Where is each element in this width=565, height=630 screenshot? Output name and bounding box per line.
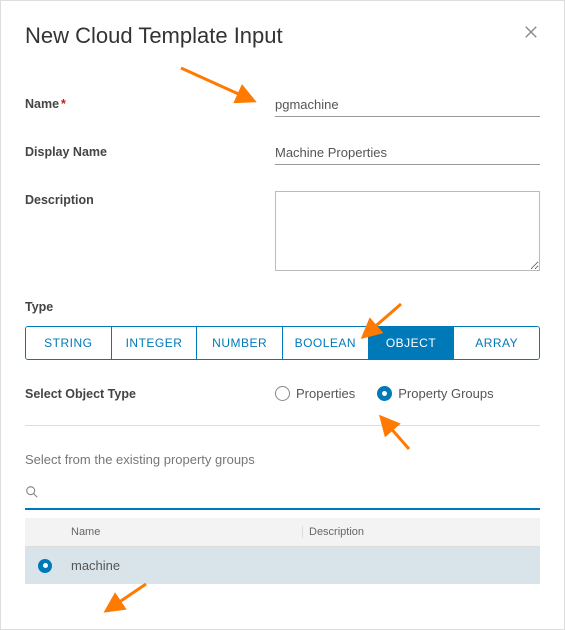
radio-property-groups[interactable]: Property Groups	[377, 386, 493, 401]
dialog: New Cloud Template Input Name* Display N…	[0, 0, 565, 630]
type-option-array[interactable]: ARRAY	[454, 327, 539, 359]
radio-property-groups-label: Property Groups	[398, 386, 493, 401]
description-label: Description	[25, 191, 275, 207]
type-label: Type	[25, 300, 540, 314]
type-section: Type STRING INTEGER NUMBER BOOLEAN OBJEC…	[25, 300, 540, 360]
col-description-header[interactable]: Description	[302, 526, 540, 538]
col-name-header[interactable]: Name	[65, 526, 302, 538]
name-label: Name*	[25, 95, 275, 111]
name-row: Name*	[25, 95, 540, 117]
radio-icon	[275, 386, 290, 401]
row-radio[interactable]	[25, 559, 65, 573]
type-option-string[interactable]: STRING	[26, 327, 112, 359]
annotation-arrow-icon	[98, 579, 154, 619]
radio-properties-label: Properties	[296, 386, 355, 401]
object-type-label: Select Object Type	[25, 387, 275, 401]
type-option-integer[interactable]: INTEGER	[112, 327, 198, 359]
radio-icon	[377, 386, 392, 401]
name-label-text: Name	[25, 97, 59, 111]
table-row[interactable]: machine	[25, 547, 540, 584]
dialog-header: New Cloud Template Input	[25, 23, 540, 49]
description-row: Description	[25, 191, 540, 274]
type-option-number[interactable]: NUMBER	[197, 327, 283, 359]
table-header: Name Description	[25, 518, 540, 547]
radio-properties[interactable]: Properties	[275, 386, 355, 401]
search-icon	[25, 485, 39, 499]
radio-dot-icon	[38, 559, 52, 573]
type-option-boolean[interactable]: BOOLEAN	[283, 327, 369, 359]
description-textarea[interactable]	[275, 191, 540, 271]
type-toggle-group: STRING INTEGER NUMBER BOOLEAN OBJECT ARR…	[25, 326, 540, 360]
row-name: machine	[65, 558, 302, 573]
name-input[interactable]	[275, 95, 540, 117]
divider	[25, 425, 540, 426]
required-asterisk: *	[61, 97, 66, 111]
dialog-title: New Cloud Template Input	[25, 23, 283, 49]
type-option-object[interactable]: OBJECT	[369, 327, 455, 359]
property-groups-heading: Select from the existing property groups	[25, 452, 540, 467]
display-name-row: Display Name	[25, 143, 540, 165]
search-input[interactable]	[25, 483, 540, 510]
close-icon	[524, 25, 538, 39]
display-name-label: Display Name	[25, 143, 275, 159]
object-type-row: Select Object Type Properties Property G…	[25, 386, 540, 401]
col-select	[25, 526, 65, 538]
display-name-input[interactable]	[275, 143, 540, 165]
close-button[interactable]	[522, 23, 540, 41]
annotation-arrow-icon	[371, 411, 421, 455]
search-wrap	[25, 483, 540, 510]
